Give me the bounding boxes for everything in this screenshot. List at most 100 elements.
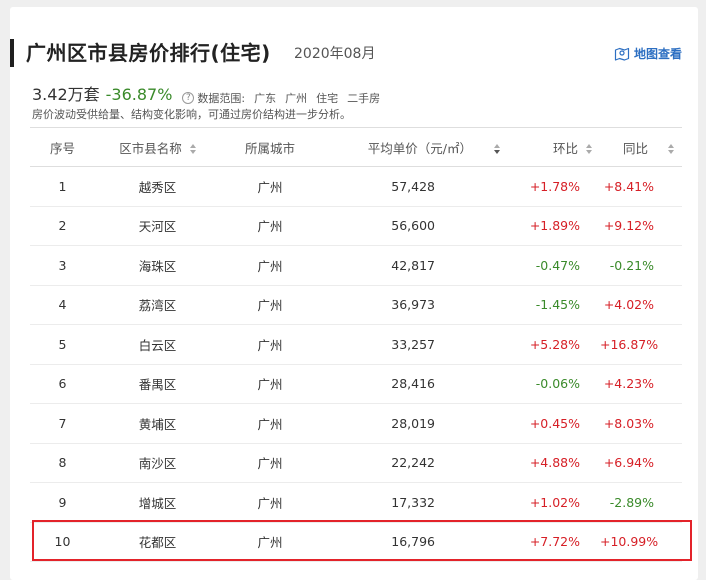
listing-change: -36.87% [105,85,173,104]
mom-cell: -0.47% [500,245,600,286]
scope-item: 广州 [285,92,308,105]
price-cell: 16,796 [320,522,500,562]
price-cell: 28,416 [320,364,500,404]
table-row[interactable]: 4 荔湾区 广州 36,973 -1.45% +4.02% [30,285,682,325]
question-circle-icon[interactable]: ? [182,92,195,104]
scope-item: 广东 [254,92,277,105]
mom-cell: +1.78% [500,166,600,207]
summary-line: 3.42万套 -36.87% ? 数据范围: 广东 广州 住宅 二手房 [32,81,380,106]
rank-cell: 3 [30,245,95,286]
table-row[interactable]: 8 南沙区 广州 22,242 +4.88% +6.94% [30,443,682,483]
city-cell: 广州 [220,324,320,365]
district-cell: 海珠区 [95,245,220,286]
city-cell: 广州 [220,403,320,444]
price-cell: 57,428 [320,166,500,207]
district-cell: 天河区 [95,206,220,246]
district-cell: 南沙区 [95,443,220,483]
yoy-cell: -0.21% [600,245,682,286]
rank-cell: 2 [30,206,95,246]
district-cell: 番禺区 [95,364,220,404]
col-district-label: 区市县名称 [119,140,182,156]
col-city: 所属城市 [220,127,320,167]
yoy-cell: +8.03% [600,403,682,444]
sort-arrows-icon[interactable] [494,144,500,154]
rank-cell: 10 [30,522,95,562]
yoy-cell: +4.23% [600,364,682,404]
rank-cell: 7 [30,403,95,444]
table-row[interactable]: 7 黄埔区 广州 28,019 +0.45% +8.03% [30,403,682,444]
table-row[interactable]: 2 天河区 广州 56,600 +1.89% +9.12% [30,206,682,246]
yoy-cell: +6.94% [600,443,682,483]
data-scope: ? 数据范围: 广东 广州 住宅 二手房 [182,90,380,106]
col-price-label: 平均单价（元/㎡） [367,140,472,156]
district-cell: 花都区 [95,522,220,562]
mom-cell: +0.45% [500,403,600,444]
col-mom[interactable]: 环比 [500,127,600,167]
col-yoy-label: 同比 [622,140,648,156]
rank-cell: 4 [30,285,95,325]
price-cell: 56,600 [320,206,500,246]
rank-cell: 1 [30,166,95,207]
table-row[interactable]: 5 白云区 广州 33,257 +5.28% +16.87% [30,324,682,365]
price-cell: 36,973 [320,285,500,325]
mom-cell: +1.02% [500,482,600,523]
col-price[interactable]: 平均单价（元/㎡） [320,127,500,167]
mom-cell: +5.28% [500,324,600,365]
district-cell: 荔湾区 [95,285,220,325]
price-cell: 28,019 [320,403,500,444]
district-cell: 增城区 [95,482,220,523]
page-title: 广州区市县房价排行(住宅) [26,41,271,65]
yoy-cell: -2.89% [600,482,682,523]
city-cell: 广州 [220,443,320,483]
table-header-row: 序号 区市县名称 所属城市 平均单价（元/㎡） 环比 同比 [30,127,682,167]
city-cell: 广州 [220,285,320,325]
mom-cell: +1.89% [500,206,600,246]
rank-cell: 9 [30,482,95,523]
table-row[interactable]: 6 番禺区 广州 28,416 -0.06% +4.23% [30,364,682,404]
col-rank: 序号 [30,127,95,167]
sort-arrows-icon[interactable] [189,144,196,154]
yoy-cell: +9.12% [600,206,682,246]
mom-cell: +7.72% [500,522,600,562]
col-yoy[interactable]: 同比 [600,127,682,167]
city-cell: 广州 [220,482,320,523]
table-row[interactable]: 10 花都区 广州 16,796 +7.72% +10.99% [30,522,682,562]
rank-cell: 8 [30,443,95,483]
scope-item: 二手房 [347,92,381,105]
map-view-label: 地图查看 [633,47,682,61]
price-cell: 42,817 [320,245,500,286]
ranking-card: 广州区市县房价排行(住宅) 2020年08月 地图查看 3.42万套 -36.8… [10,7,698,580]
city-cell: 广州 [220,364,320,404]
mom-cell: +4.88% [500,443,600,483]
price-cell: 33,257 [320,324,500,365]
rank-cell: 5 [30,324,95,365]
sort-arrows-icon[interactable] [586,144,592,154]
city-cell: 广州 [220,245,320,286]
col-district[interactable]: 区市县名称 [95,127,220,167]
ranking-table: 序号 区市县名称 所属城市 平均单价（元/㎡） 环比 同比 1 越秀区 广州 57,4… [30,127,682,562]
yoy-cell: +4.02% [600,285,682,325]
mom-cell: -1.45% [500,285,600,325]
mom-cell: -0.06% [500,364,600,404]
table-row[interactable]: 1 越秀区 广州 57,428 +1.78% +8.41% [30,166,682,207]
table-row[interactable]: 3 海珠区 广州 42,817 -0.47% -0.21% [30,245,682,286]
district-cell: 越秀区 [95,166,220,207]
map-view-link[interactable]: 地图查看 [614,45,682,62]
col-mom-label: 环比 [552,140,578,156]
city-cell: 广州 [220,206,320,246]
yoy-cell: +16.87% [600,324,682,365]
col-rank-label: 序号 [49,140,75,156]
rank-cell: 6 [30,364,95,404]
yoy-cell: +8.41% [600,166,682,207]
price-note: 房价波动受供给量、结构变化影响，可通过房价结构进一步分析。 [32,108,351,121]
city-cell: 广州 [220,166,320,207]
city-cell: 广州 [220,522,320,562]
scope-item: 住宅 [316,92,339,105]
district-cell: 黄埔区 [95,403,220,444]
sort-arrows-icon[interactable] [668,144,674,154]
period-label: 2020年08月 [294,46,376,62]
yoy-cell: +10.99% [600,522,682,562]
table-row[interactable]: 9 增城区 广州 17,332 +1.02% -2.89% [30,482,682,523]
price-cell: 17,332 [320,482,500,523]
col-city-label: 所属城市 [244,140,295,156]
